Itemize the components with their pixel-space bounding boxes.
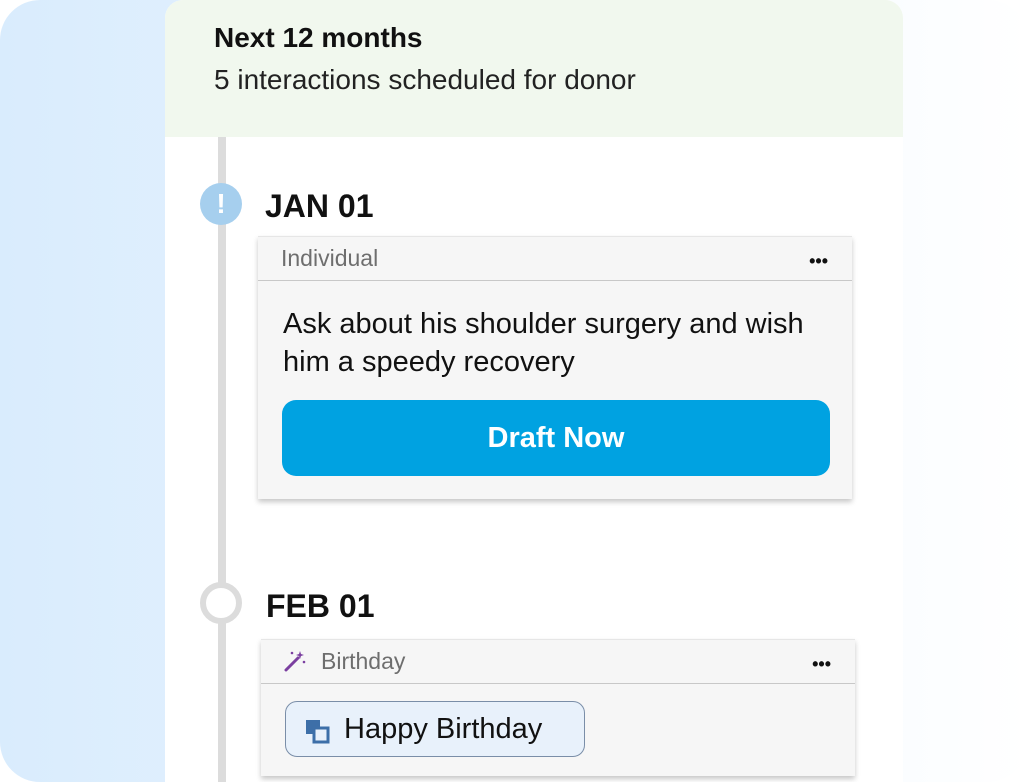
more-options-icon[interactable]: ••• <box>809 251 828 272</box>
copy-template-icon <box>304 718 330 744</box>
header-title: Next 12 months <box>214 22 423 53</box>
card-header: Individual ••• <box>258 237 852 281</box>
card-type-label: Birthday <box>321 648 406 674</box>
timeline-marker-ring <box>200 582 242 624</box>
card-body-text: Ask about his shoulder surgery and wish … <box>283 308 804 378</box>
more-options-icon[interactable]: ••• <box>812 654 831 675</box>
timeline-panel: Next 12 months 5 interactions scheduled … <box>165 0 903 782</box>
magic-wand-icon <box>283 649 307 673</box>
draft-now-button[interactable]: Draft Now <box>282 400 830 476</box>
timeline-header: Next 12 months 5 interactions scheduled … <box>165 0 903 137</box>
interaction-card-individual: Individual ••• Ask about his shoulder su… <box>258 236 852 499</box>
interaction-card-birthday: Birthday ••• Happy Birthday <box>261 639 855 776</box>
card-header: Birthday ••• <box>261 640 855 684</box>
timeline-date-feb: FEB 01 <box>266 588 375 624</box>
timeline-date-jan: JAN 01 <box>265 188 374 224</box>
header-subtitle: 5 interactions scheduled for donor <box>214 64 636 95</box>
timeline-line <box>218 137 226 782</box>
card-type-label: Individual <box>281 245 379 271</box>
template-chip-label: Happy Birthday <box>344 713 543 745</box>
exclamation-icon: ! <box>200 183 242 225</box>
template-chip-happy-birthday[interactable]: Happy Birthday <box>285 701 585 757</box>
